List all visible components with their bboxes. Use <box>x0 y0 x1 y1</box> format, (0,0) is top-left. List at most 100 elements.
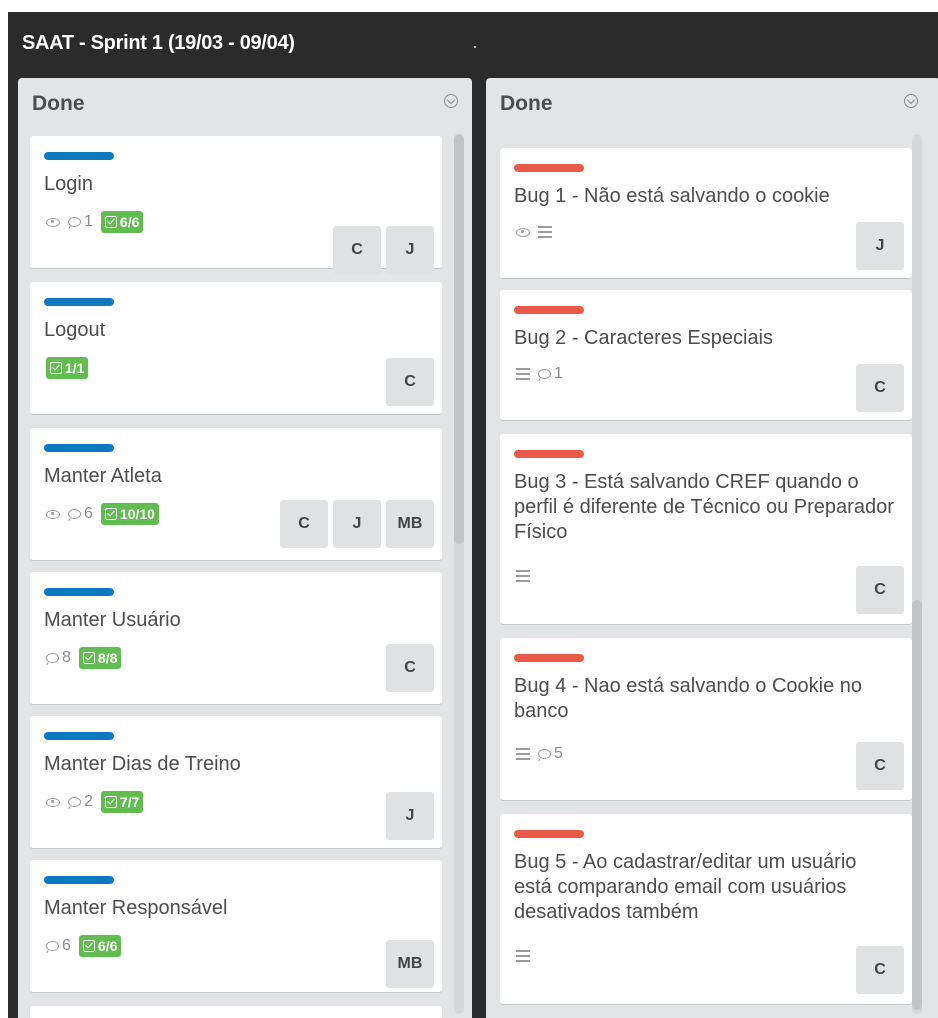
card-badges: 2 7/7 <box>46 790 144 814</box>
comment-icon <box>68 797 81 807</box>
checklist-count: 7/7 <box>119 794 140 810</box>
card-label[interactable] <box>514 164 584 172</box>
comments-count: 6 <box>84 505 93 522</box>
list-done-bugs: Done Bug 1 - Não está salvando o cookie J… <box>486 78 938 1018</box>
scrollbar-thumb[interactable] <box>912 600 922 1010</box>
card-title[interactable]: Bug 3 - Está salvando CREF quando o perf… <box>514 470 898 545</box>
list-menu-chevron-icon[interactable] <box>444 94 458 108</box>
card-title[interactable]: Bug 1 - Não está salvando o cookie <box>514 184 898 209</box>
card-label[interactable] <box>44 444 114 452</box>
card-badges: 8 8/8 <box>46 646 122 670</box>
card-members: C <box>856 742 904 790</box>
card-title[interactable]: Manter Atleta <box>44 464 428 489</box>
checklist-count: 8/8 <box>97 650 118 666</box>
checklist-badge: 6/6 <box>100 211 144 233</box>
list-title[interactable]: Done <box>500 92 553 116</box>
card-title[interactable]: Login <box>44 172 428 197</box>
description-icon <box>516 748 530 760</box>
member-avatar[interactable]: C <box>280 500 328 548</box>
scrollbar-thumb[interactable] <box>454 134 464 544</box>
card-members: J <box>856 222 904 270</box>
card-label[interactable] <box>44 732 114 740</box>
board: SAAT - Sprint 1 (19/03 - 09/04) Done Log… <box>8 12 938 1018</box>
card-title[interactable]: Manter Usuário <box>44 608 428 633</box>
card[interactable]: Bug 1 - Não está salvando o cookie J <box>500 148 912 279</box>
card-label[interactable] <box>514 654 584 662</box>
member-avatar[interactable]: C <box>386 358 434 406</box>
card-label[interactable] <box>44 152 114 160</box>
member-avatar[interactable]: C <box>333 226 381 274</box>
checklist-count: 6/6 <box>119 214 140 230</box>
watch-eye-icon <box>46 509 60 519</box>
member-avatar[interactable]: C <box>386 644 434 692</box>
card[interactable]: Manter Dias de Treino 2 7/7 J <box>30 716 442 849</box>
card[interactable]: Logout 1/1 C <box>30 282 442 415</box>
checklist-icon <box>104 216 117 228</box>
comment-icon <box>68 217 81 227</box>
checklist-icon <box>104 508 117 520</box>
member-avatar[interactable]: J <box>386 792 434 840</box>
checklist-badge: 6/6 <box>78 935 122 957</box>
watch-eye-icon <box>516 227 530 237</box>
card-badges <box>516 220 552 244</box>
card[interactable]: Manter Responsável 6 6/6 MB <box>30 860 442 993</box>
member-avatar[interactable]: J <box>386 226 434 274</box>
description-icon <box>516 950 530 962</box>
card[interactable]: Bug 2 - Caracteres Especiais 1 C <box>500 290 912 421</box>
member-avatar[interactable]: J <box>333 500 381 548</box>
card-members: C <box>856 364 904 412</box>
card-members: J <box>386 792 434 840</box>
member-avatar[interactable]: MB <box>386 940 434 988</box>
card-label[interactable] <box>44 876 114 884</box>
card-title[interactable]: Manter Responsável <box>44 896 428 921</box>
card-title[interactable]: Logout <box>44 318 428 343</box>
card-badges <box>516 564 530 588</box>
card-members: C J MB <box>280 500 434 548</box>
card-badges: 5 <box>516 742 563 766</box>
checklist-badge: 7/7 <box>100 791 144 813</box>
description-icon <box>516 368 530 380</box>
board-title[interactable]: SAAT - Sprint 1 (19/03 - 09/04) <box>22 32 295 55</box>
scrollbar-track[interactable] <box>912 134 922 1014</box>
comments-count: 1 <box>84 213 93 230</box>
list-header: Done <box>18 78 472 124</box>
member-avatar[interactable]: C <box>856 364 904 412</box>
card-label[interactable] <box>514 450 584 458</box>
card[interactable]: Bug 4 - Nao está salvando o Cookie no ba… <box>500 638 912 801</box>
card[interactable]: Manter Atleta 6 10/10 C J MB <box>30 428 442 561</box>
list-menu-chevron-icon[interactable] <box>904 94 918 108</box>
checklist-icon <box>50 362 62 374</box>
card-title[interactable]: Manter Dias de Treino <box>44 752 428 777</box>
card-label[interactable] <box>514 830 584 838</box>
comments-count: 5 <box>554 745 563 762</box>
card-title[interactable]: Bug 5 - Ao cadastrar/editar um usuário e… <box>514 850 898 925</box>
card-title[interactable]: Bug 2 - Caracteres Especiais <box>514 326 898 351</box>
card-label[interactable] <box>514 306 584 314</box>
card[interactable]: Login 1 6/6 C J <box>30 136 442 274</box>
card-label[interactable] <box>44 588 114 596</box>
comments-badge: 6 <box>46 937 71 955</box>
card-title[interactable]: Bug 4 - Nao está salvando o Cookie no ba… <box>514 674 898 724</box>
member-avatar[interactable]: J <box>856 222 904 270</box>
comment-icon <box>538 749 551 759</box>
scrollbar-track[interactable] <box>454 134 464 1014</box>
comments-badge: 1 <box>68 213 93 231</box>
member-avatar[interactable]: MB <box>386 500 434 548</box>
card[interactable]: Manter Usuário 8 8/8 C <box>30 572 442 705</box>
member-avatar[interactable]: C <box>856 946 904 994</box>
checklist-badge: 10/10 <box>100 503 159 525</box>
member-avatar[interactable]: C <box>856 742 904 790</box>
list-title[interactable]: Done <box>32 92 85 116</box>
card[interactable]: Bug 5 - Ao cadastrar/editar um usuário e… <box>500 814 912 1005</box>
comment-icon <box>46 653 59 663</box>
card[interactable] <box>30 1006 442 1018</box>
member-avatar[interactable]: C <box>856 566 904 614</box>
card[interactable]: Bug 3 - Está salvando CREF quando o perf… <box>500 434 912 625</box>
watch-eye-icon <box>46 217 60 227</box>
list-done-features: Done Login 1 6/6 C J Logout 1/1 C Manter Atleta 6… <box>18 78 472 1018</box>
comments-badge: 8 <box>46 649 71 667</box>
comments-badge: 5 <box>538 745 563 763</box>
card-badges: 1 <box>516 362 563 386</box>
card-label[interactable] <box>44 298 114 306</box>
comments-count: 6 <box>62 937 71 954</box>
